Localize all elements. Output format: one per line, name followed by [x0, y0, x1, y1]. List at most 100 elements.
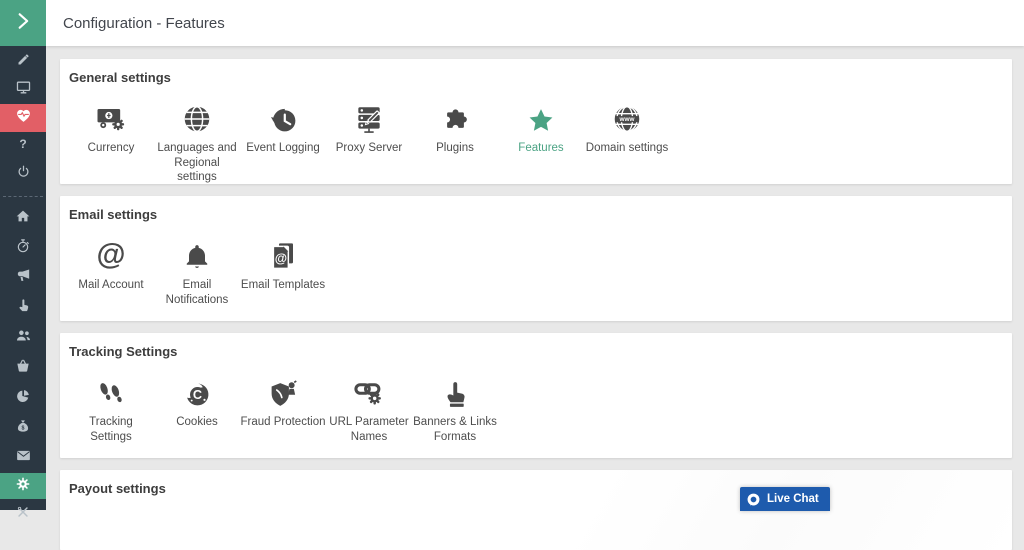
config-item-currency[interactable]: Currency [68, 93, 154, 185]
config-item-event-logging[interactable]: Event Logging [240, 93, 326, 185]
item-label: Fraud Protection [240, 415, 326, 430]
heartbeat-icon [15, 107, 32, 129]
config-item-domain-settings[interactable]: www Domain settings [584, 93, 670, 185]
section-payout-settings: Payout settings [60, 470, 1012, 550]
sidebar-item-home[interactable] [0, 203, 46, 233]
basket-icon [15, 358, 31, 379]
section-tracking-settings: Tracking Settings Tracking Settings C Co… [60, 333, 1012, 458]
page-title: Configuration - Features [63, 15, 225, 32]
svg-text:C: C [192, 388, 201, 402]
tools-icon [15, 504, 31, 525]
monitor-icon [15, 79, 32, 101]
sidebar-item-orders[interactable] [0, 353, 46, 383]
item-label: Domain settings [584, 141, 670, 156]
item-label: Plugins [412, 141, 498, 156]
section-title: General settings [60, 59, 1012, 85]
item-label: Cookies [154, 415, 240, 430]
config-item-features[interactable]: Features [498, 93, 584, 185]
live-chat-button[interactable]: Live Chat [740, 487, 830, 511]
pointing-hand-icon [412, 367, 498, 409]
money-bag-icon: $ [15, 418, 31, 439]
home-icon [15, 208, 31, 229]
section-title: Payout settings [60, 470, 1012, 496]
bell-icon [154, 230, 240, 272]
megaphone-icon [15, 267, 32, 289]
proxy-server-icon [326, 93, 412, 135]
item-label: Banners & Links Formats [412, 415, 498, 444]
section-title: Email settings [60, 196, 1012, 222]
config-item-tracking-settings[interactable]: Tracking Settings [68, 367, 154, 444]
sidebar-item-tools[interactable] [0, 499, 46, 529]
config-item-mail-account[interactable]: @ Mail Account [68, 230, 154, 307]
currency-icon [68, 93, 154, 135]
power-icon [16, 164, 31, 184]
envelope-icon [15, 447, 32, 469]
svg-text:@: @ [275, 251, 287, 265]
sidebar-item-banners[interactable] [0, 293, 46, 323]
sidebar-item-reports[interactable] [0, 383, 46, 413]
sidebar: ? $ [0, 0, 46, 510]
pie-chart-icon [15, 388, 31, 409]
users-icon [15, 327, 32, 349]
event-logging-history-icon [240, 93, 326, 135]
pencil-icon [16, 52, 31, 72]
shield-thief-icon [240, 367, 326, 409]
item-label: URL Parameter Names [326, 415, 412, 444]
section-general-settings: General settings Currency Languages and … [60, 59, 1012, 184]
sidebar-item-sessions[interactable] [0, 233, 46, 263]
chat-ring-icon [746, 492, 761, 507]
item-label: Languages and Regional settings [154, 141, 240, 185]
page-header: Configuration - Features [46, 0, 1024, 46]
hand-pointer-icon [16, 298, 31, 318]
sidebar-item-configuration[interactable] [0, 473, 46, 499]
config-item-url-parameter-names[interactable]: URL Parameter Names [326, 367, 412, 444]
config-item-proxy-server[interactable]: Proxy Server [326, 93, 412, 185]
email-templates-icon: @ [240, 230, 326, 272]
item-label: Mail Account [68, 278, 154, 293]
question-icon: ? [15, 136, 31, 157]
sidebar-item-edit[interactable] [0, 48, 46, 76]
sidebar-item-affiliates[interactable] [0, 323, 46, 353]
sidebar-item-mail[interactable] [0, 443, 46, 473]
stopwatch-icon [15, 238, 31, 259]
section-title: Tracking Settings [60, 333, 1012, 359]
footprints-icon [68, 367, 154, 409]
star-icon [498, 93, 584, 135]
at-sign-icon: @ [68, 230, 154, 272]
config-item-cookies[interactable]: C Cookies [154, 367, 240, 444]
languages-globe-icon [154, 93, 240, 135]
sidebar-item-logout[interactable] [0, 160, 46, 188]
puzzle-icon [412, 93, 498, 135]
config-item-banners-links-formats[interactable]: Banners & Links Formats [412, 367, 498, 444]
svg-text:@: @ [96, 238, 125, 271]
cookie-icon: C [154, 367, 240, 409]
svg-text:?: ? [19, 137, 26, 151]
item-label: Proxy Server [326, 141, 412, 156]
chevron-right-icon [13, 11, 33, 36]
main-content: General settings Currency Languages and … [46, 46, 1024, 510]
sidebar-item-campaigns[interactable] [0, 263, 46, 293]
live-chat-label: Live Chat [767, 493, 819, 505]
sidebar-expand-button[interactable] [0, 0, 46, 46]
config-item-plugins[interactable]: Plugins [412, 93, 498, 185]
link-gear-icon [326, 367, 412, 409]
section-email-settings: Email settings @ Mail Account Email Noti… [60, 196, 1012, 321]
sidebar-item-health[interactable] [0, 104, 46, 132]
sidebar-item-payouts[interactable]: $ [0, 413, 46, 443]
item-label: Features [498, 141, 584, 156]
gear-icon [15, 476, 31, 497]
item-label: Email Notifications [154, 278, 240, 307]
config-item-languages[interactable]: Languages and Regional settings [154, 93, 240, 185]
config-item-fraud-protection[interactable]: Fraud Protection [240, 367, 326, 444]
config-item-email-notifications[interactable]: Email Notifications [154, 230, 240, 307]
svg-text:$: $ [22, 425, 25, 431]
sidebar-item-display[interactable] [0, 76, 46, 104]
item-label: Event Logging [240, 141, 326, 156]
item-label: Email Templates [240, 278, 326, 293]
item-label: Currency [68, 141, 154, 156]
sidebar-item-help[interactable]: ? [0, 132, 46, 160]
item-label: Tracking Settings [68, 415, 154, 444]
svg-text:www: www [619, 116, 635, 123]
www-globe-icon: www [584, 93, 670, 135]
config-item-email-templates[interactable]: @ Email Templates [240, 230, 326, 307]
